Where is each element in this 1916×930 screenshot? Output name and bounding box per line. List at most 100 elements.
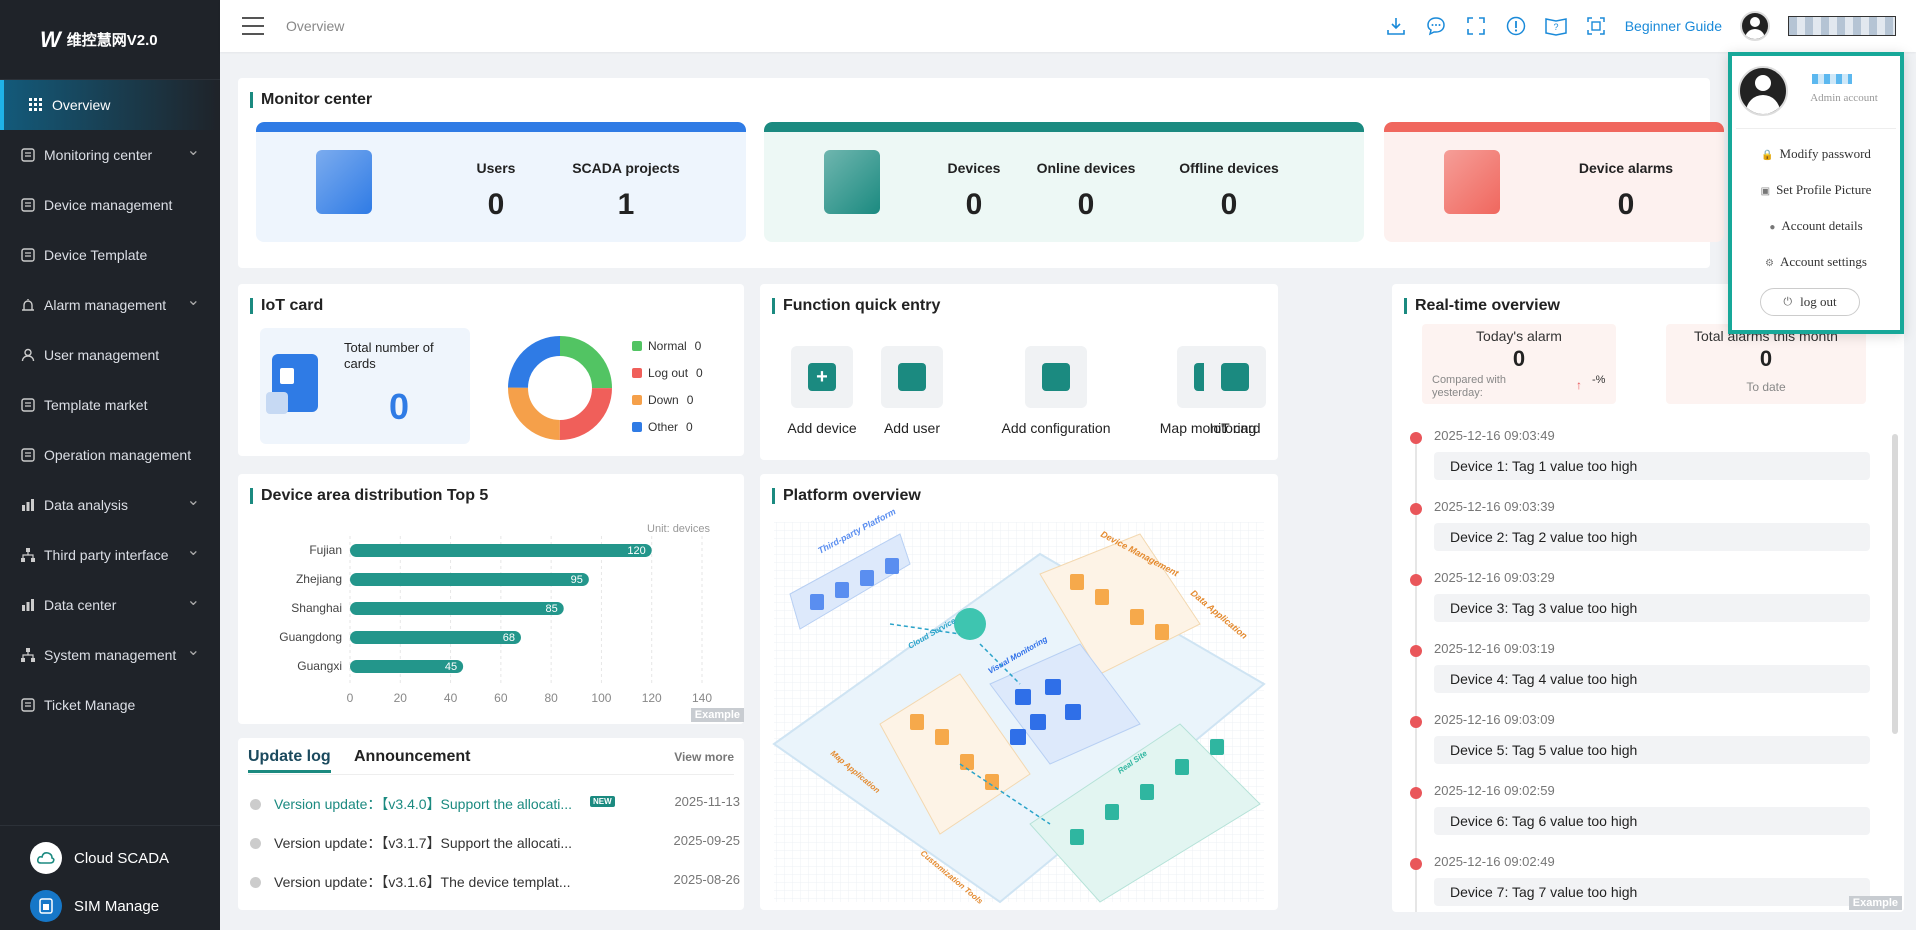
list-bullet — [250, 838, 261, 849]
chevron-down-icon: ⌄ — [186, 142, 200, 159]
event-message[interactable]: Device 7: Tag 7 value too high — [1434, 878, 1870, 906]
sidebar-item-device-management[interactable]: Device management — [0, 180, 220, 230]
menu-item-account-settings[interactable]: ⚙ Account settings — [1732, 252, 1900, 272]
cloud-scada-link[interactable]: Cloud SCADA — [0, 834, 220, 882]
fullscreen-icon[interactable] — [1465, 15, 1487, 37]
sidebar-item-system-management[interactable]: System management ⌄ — [0, 630, 220, 680]
stat-item: Device alarms 0 — [1556, 160, 1696, 222]
download-icon[interactable] — [1385, 15, 1407, 37]
quick-entry-panel: Function quick entry + Add device Add user… — [760, 284, 1278, 460]
compared-label: Compared with yesterday: — [1432, 374, 1506, 399]
app-logo[interactable]: W 维控慧网V2.0 — [0, 0, 220, 80]
legend-item[interactable]: Log out 0 — [632, 359, 703, 386]
quick-entry-add-device[interactable]: + Add device — [772, 346, 872, 436]
sidebar-item-label: Data center — [44, 597, 117, 613]
legend-label: Other — [648, 419, 679, 434]
sidebar-item-user-management[interactable]: User management — [0, 330, 220, 380]
event-message[interactable]: Device 2: Tag 2 value too high — [1434, 523, 1870, 551]
event-message[interactable]: Device 1: Tag 1 value too high — [1434, 452, 1870, 480]
x-tick-label: 20 — [394, 691, 408, 705]
quick-entry-label: Add configuration — [1001, 420, 1111, 436]
stat-value: 0 — [1077, 188, 1095, 221]
menu-toggle-icon[interactable] — [242, 17, 264, 35]
quick-entry-add-configuration[interactable]: Add configuration — [986, 346, 1126, 436]
sidebar-item-label: Operation management — [44, 447, 192, 463]
legend-label: Normal — [648, 338, 687, 353]
sidebar-item-data-center[interactable]: Data center ⌄ — [0, 580, 220, 630]
legend-label: Log out — [648, 365, 689, 380]
x-tick-label: 40 — [444, 691, 458, 705]
quick-entry-iot-card[interactable]: IoT card — [1200, 346, 1270, 436]
event-time: 2025-12-16 09:02:59 — [1434, 783, 1555, 798]
quick-entry-title: Function quick entry — [772, 298, 940, 314]
sim-manage-link[interactable]: SIM Manage — [0, 882, 220, 930]
event-message[interactable]: Device 4: Tag 4 value too high — [1434, 665, 1870, 693]
avatar[interactable] — [1740, 11, 1770, 41]
alarm-dot — [1410, 787, 1422, 799]
sidebar-item-overview[interactable]: Overview — [0, 80, 220, 130]
plus-icon: + — [808, 363, 836, 391]
alarm-dot — [1410, 432, 1422, 444]
list-item[interactable]: Version update：【v3.1.7】Support the alloc… — [250, 833, 740, 853]
scrollbar[interactable] — [1892, 434, 1898, 734]
x-tick-label: 80 — [544, 691, 558, 705]
stat-label: Online devices — [1036, 160, 1136, 176]
help-book-icon[interactable]: ? — [1544, 15, 1567, 37]
menu-item-modify-password[interactable]: 🔒 Modify password — [1732, 144, 1900, 164]
sidebar-item-device-template[interactable]: Device Template — [0, 230, 220, 280]
sidebar-item-monitoring-center[interactable]: Monitoring center ⌄ — [0, 130, 220, 180]
sidebar-item-label: Alarm management — [44, 297, 167, 313]
event-message[interactable]: Device 6: Tag 6 value too high — [1434, 807, 1870, 835]
beginner-guide-link[interactable]: Beginner Guide — [1625, 18, 1722, 34]
operation-icon — [20, 447, 36, 463]
update-log-panel: Update log Announcement View more Versio… — [238, 738, 744, 910]
legend-item[interactable]: Down 0 — [632, 386, 703, 413]
sidebar-item-label: Overview — [52, 97, 111, 113]
area-bar-chart: Unit: devices 0 20 40 60 80 100 120 140 Fujian 120… — [279, 523, 712, 705]
sidebar-item-ticket-manage[interactable]: Ticket Manage — [0, 680, 220, 730]
menu-item-label: Account settings — [1779, 254, 1867, 269]
view-more-link[interactable]: View more — [674, 750, 734, 764]
stat-value: 1 — [617, 188, 635, 221]
quick-entry-label: Add device — [787, 420, 857, 436]
event-message[interactable]: Device 5: Tag 5 value too high — [1434, 736, 1870, 764]
event-time: 2025-12-16 09:03:19 — [1434, 641, 1555, 656]
logout-button[interactable]: ⏻ log out — [1760, 288, 1860, 316]
legend-item[interactable]: Normal 0 — [632, 332, 703, 359]
stat-item: Users 0 — [426, 160, 566, 222]
data-label: 68 — [503, 632, 515, 644]
alarm-dot — [1410, 645, 1422, 657]
sidebar-item-alarm-management[interactable]: Alarm management ⌄ — [0, 280, 220, 330]
sidebar-item-third-party-interface[interactable]: Third party interface ⌄ — [0, 530, 220, 580]
stat-label: Device alarms — [1578, 160, 1674, 176]
quick-entry-add-user[interactable]: Add user — [872, 346, 952, 436]
stat-label: Offline devices — [1179, 160, 1279, 176]
x-tick-label: 100 — [591, 691, 611, 705]
list-item[interactable]: Version update：【v3.4.0】Support the alloc… — [250, 794, 740, 814]
iot-total-value: 0 — [388, 386, 410, 427]
event-message[interactable]: Device 3: Tag 3 value too high — [1434, 594, 1870, 622]
stat-card-2: Devices 0 Online devices 0 Offline devices 0 — [764, 122, 1364, 242]
quick-entry-label: Add user — [883, 420, 941, 436]
menu-item-account-details[interactable]: ● Account details — [1732, 216, 1900, 236]
tab-announcement[interactable]: Announcement — [354, 748, 470, 766]
bar-chart-icon — [20, 497, 36, 513]
tree-icon — [20, 647, 36, 663]
sidebar-item-label: Data analysis — [44, 497, 129, 513]
sidebar-item-data-analysis[interactable]: Data analysis ⌄ — [0, 480, 220, 530]
legend-swatch — [632, 367, 642, 378]
alarm-icon — [20, 297, 36, 313]
data-label: 120 — [627, 545, 645, 557]
menu-item-set-profile-picture[interactable]: ▣ Set Profile Picture — [1732, 180, 1900, 200]
scan-icon[interactable] — [1585, 15, 1607, 37]
tab-update-log[interactable]: Update log — [248, 748, 331, 773]
list-item[interactable]: Version update：【v3.1.6】The device templa… — [250, 872, 740, 892]
sidebar-item-template-market[interactable]: Template market — [0, 380, 220, 430]
menu-item-label: Set Profile Picture — [1776, 182, 1872, 197]
logo-mark: W — [40, 26, 61, 52]
legend-item[interactable]: Other 0 — [632, 413, 703, 440]
info-icon[interactable] — [1505, 15, 1527, 37]
username-display[interactable] — [1788, 16, 1896, 36]
sidebar-item-operation-management[interactable]: Operation management — [0, 430, 220, 480]
chat-icon[interactable] — [1425, 15, 1447, 37]
